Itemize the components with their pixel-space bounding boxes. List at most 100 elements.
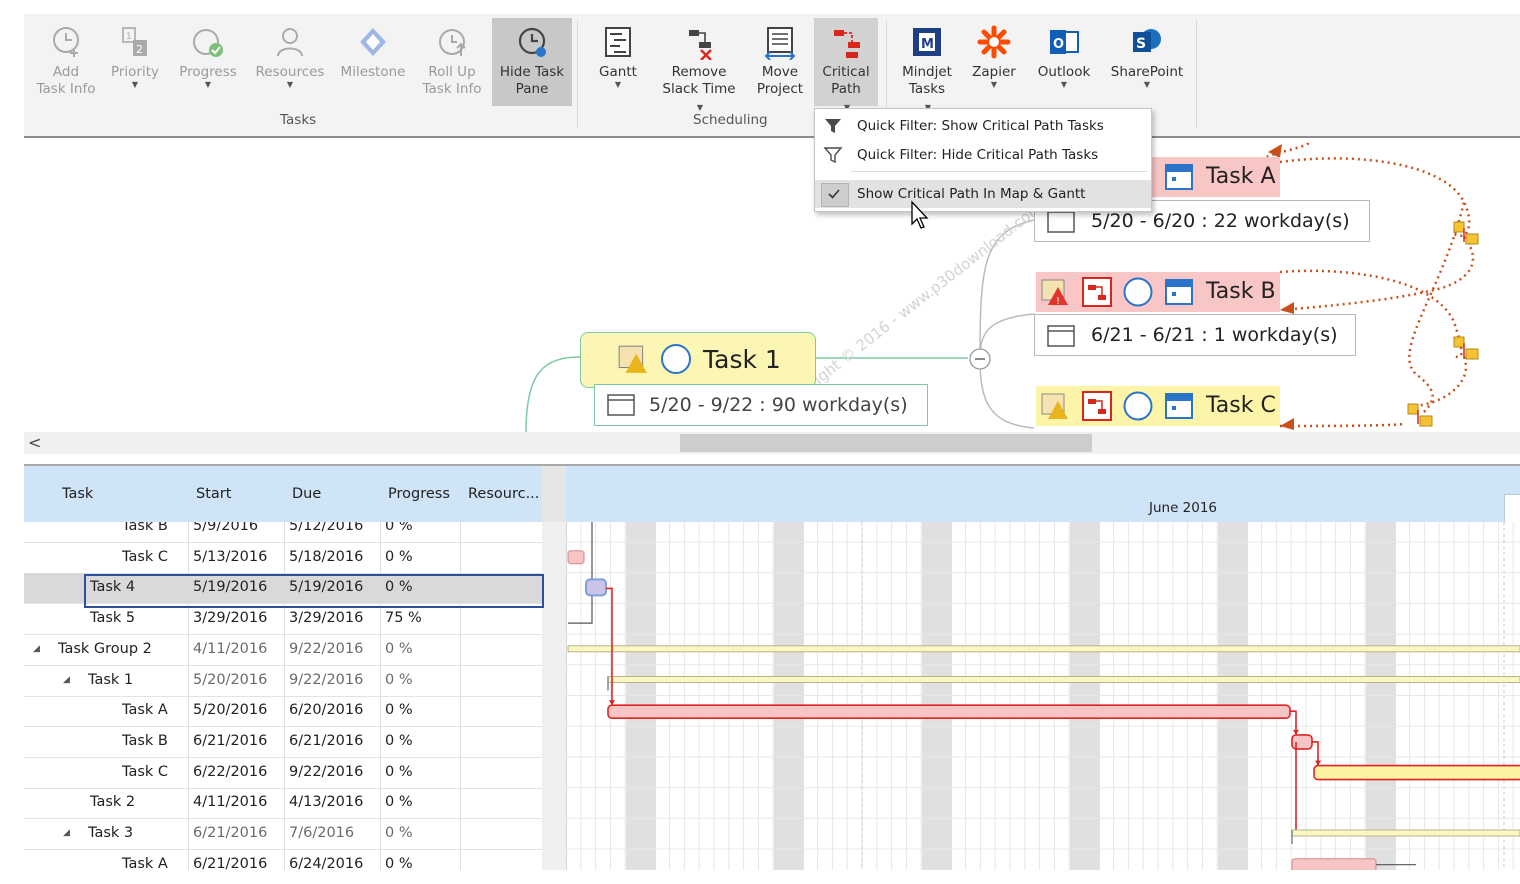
button-label: SharePoint bbox=[1110, 64, 1184, 80]
expand-collapse-icon[interactable]: ◢ bbox=[63, 675, 70, 685]
table-row[interactable]: Task A 6/21/2016 6/24/2016 0 % bbox=[24, 850, 542, 870]
map-node-task-1-dates[interactable]: 5/20 - 9/22 : 90 workday(s) bbox=[594, 384, 928, 426]
roll-up-task-info-button[interactable]: Roll Up Task Info bbox=[418, 18, 486, 106]
svg-text:O: O bbox=[1053, 37, 1064, 52]
column-header-start[interactable]: Start bbox=[188, 466, 285, 522]
map-node-task-b[interactable]: ! Task B bbox=[1036, 272, 1280, 312]
sharepoint-button[interactable]: S SharePoint ▼ bbox=[1104, 18, 1190, 106]
map-horizontal-scrollbar[interactable]: < bbox=[24, 432, 1520, 454]
gantt-bar-selected[interactable] bbox=[585, 578, 607, 597]
start-date: 5/20/2016 bbox=[193, 671, 268, 688]
button-label: Zapier bbox=[972, 64, 1016, 80]
gantt-bar-critical[interactable] bbox=[1291, 734, 1313, 750]
progress-button[interactable]: Progress ▼ bbox=[170, 18, 246, 106]
mindjet-tasks-button[interactable]: MMindjet Tasks▼ bbox=[894, 18, 960, 112]
zapier-icon bbox=[977, 25, 1011, 59]
due-date: 5/12/2016 bbox=[289, 522, 364, 534]
gantt-bar-summary[interactable] bbox=[567, 645, 1520, 653]
remove-slack-icon bbox=[689, 30, 712, 60]
pane-splitter[interactable] bbox=[542, 466, 567, 522]
remove-slack-time-button[interactable]: Remove Slack Time ▼ bbox=[654, 18, 744, 112]
outlook-button[interactable]: O Outlook ▼ bbox=[1026, 18, 1102, 106]
table-row[interactable]: Task A 5/20/2016 6/20/2016 0 % bbox=[24, 696, 542, 728]
expand-collapse-icon[interactable]: ◢ bbox=[63, 828, 70, 838]
resources-button[interactable]: Resources ▼ bbox=[250, 18, 330, 106]
task-name: Task 5 bbox=[90, 610, 136, 627]
start-date: 5/9/2016 bbox=[193, 522, 259, 534]
start-date: 6/21/2016 bbox=[193, 825, 268, 841]
menu-item-show-critical-path-filter[interactable]: Quick Filter: Show Critical Path Tasks bbox=[815, 112, 1151, 140]
clock-plus-icon bbox=[53, 27, 79, 57]
progress-value: 0 % bbox=[385, 825, 413, 841]
critical-path-icon bbox=[1082, 277, 1112, 307]
menu-item-show-critical-path-in-map-gantt[interactable]: Show Critical Path In Map & Gantt bbox=[815, 180, 1151, 208]
calendar-outline-icon bbox=[1047, 211, 1075, 233]
column-header-progress[interactable]: Progress bbox=[380, 466, 461, 522]
hide-task-pane-button[interactable]: Hide Task Pane bbox=[492, 18, 572, 106]
table-row[interactable]: Task C 5/13/2016 5/18/2016 0 % bbox=[24, 543, 542, 574]
critical-path-button[interactable]: Critical Path▼ bbox=[814, 18, 878, 112]
chevron-down-icon: ▼ bbox=[614, 80, 622, 89]
svg-text:1: 1 bbox=[126, 32, 132, 42]
table-row[interactable]: Task B 6/21/2016 6/21/2016 0 % bbox=[24, 727, 542, 758]
progress-value: 0 % bbox=[385, 794, 413, 811]
move-project-button[interactable]: Move Project bbox=[748, 18, 812, 106]
column-header-resources[interactable]: Resourc... bbox=[460, 466, 543, 522]
progress-value: 0 % bbox=[385, 640, 413, 657]
clock-pane-icon bbox=[518, 27, 546, 57]
scrollbar-thumb[interactable] bbox=[680, 434, 1092, 452]
ribbon-separator bbox=[1196, 20, 1197, 128]
gantt-bar[interactable] bbox=[1291, 858, 1377, 870]
map-node-task-c[interactable]: Task C bbox=[1036, 386, 1280, 426]
map-node-task-b-dates[interactable]: 6/21 - 6/21 : 1 workday(s) bbox=[1034, 314, 1356, 356]
zapier-button[interactable]: Zapier ▼ bbox=[966, 18, 1022, 106]
pane-splitter-body[interactable] bbox=[542, 522, 567, 870]
selected-row-outline bbox=[84, 574, 544, 608]
due-date: 9/22/2016 bbox=[289, 671, 364, 688]
progress-circle-icon bbox=[1123, 391, 1153, 421]
chevron-down-icon: ▼ bbox=[286, 80, 294, 89]
gantt-chart[interactable] bbox=[566, 522, 1520, 870]
map-node-task-1[interactable]: Task 1 bbox=[580, 332, 816, 388]
add-task-info-button[interactable]: Add Task Info bbox=[32, 18, 100, 106]
expand-collapse-icon[interactable]: ◢ bbox=[33, 644, 40, 654]
gantt-bar-critical[interactable] bbox=[1313, 764, 1520, 781]
menu-item-hide-critical-path-filter[interactable]: Quick Filter: Hide Critical Path Tasks bbox=[815, 141, 1151, 169]
table-row[interactable]: ◢ Task 3 6/21/2016 7/6/2016 0 % bbox=[24, 819, 542, 850]
priority-button[interactable]: 2 1 Priority ▼ bbox=[104, 18, 166, 106]
critical-path-icon bbox=[834, 30, 860, 58]
gantt-bar[interactable] bbox=[567, 550, 585, 565]
svg-text:!: ! bbox=[1056, 296, 1060, 307]
column-header-task[interactable]: Task bbox=[24, 466, 189, 522]
table-row[interactable]: ◢ Task Group 2 4/11/2016 9/22/2016 0 % bbox=[24, 635, 542, 666]
chevron-down-icon: ▼ bbox=[696, 103, 704, 112]
task-name: Task 2 bbox=[90, 794, 136, 811]
task-warning-icon: ! bbox=[1041, 279, 1068, 307]
svg-text:M: M bbox=[921, 37, 934, 52]
task-name: Task B bbox=[122, 522, 168, 534]
scroll-left-arrow-icon[interactable]: < bbox=[28, 433, 41, 452]
gantt-bar-summary[interactable] bbox=[607, 676, 1520, 683]
start-date: 6/21/2016 bbox=[193, 732, 268, 749]
progress-value: 0 % bbox=[385, 522, 413, 534]
milestone-button[interactable]: Milestone bbox=[334, 18, 412, 106]
task-name: Task A bbox=[122, 702, 168, 719]
column-header-due[interactable]: Due bbox=[284, 466, 381, 522]
table-row[interactable]: ◢ Task 1 5/20/2016 9/22/2016 0 % bbox=[24, 666, 542, 697]
table-row[interactable]: Task B 5/9/2016 5/12/2016 0 % bbox=[24, 522, 542, 543]
gantt-bar-critical[interactable] bbox=[607, 704, 1291, 719]
table-row[interactable]: Task 5 3/29/2016 3/29/2016 75 % bbox=[24, 604, 542, 636]
table-row[interactable]: Task C 6/22/2016 9/22/2016 0 % bbox=[24, 758, 542, 789]
progress-circle-icon bbox=[1123, 277, 1153, 307]
gantt-button[interactable]: Gantt ▼ bbox=[586, 18, 650, 106]
due-date: 7/6/2016 bbox=[289, 825, 355, 841]
table-row[interactable]: Task 2 4/11/2016 4/13/2016 0 % bbox=[24, 788, 542, 820]
task-name: Task 1 bbox=[88, 671, 134, 688]
progress-value: 0 % bbox=[385, 732, 413, 749]
critical-path-dropdown-menu: Quick Filter: Show Critical Path Tasks Q… bbox=[814, 108, 1152, 212]
move-project-icon bbox=[764, 27, 796, 60]
group-label-tasks: Tasks bbox=[280, 112, 317, 128]
gantt-icon bbox=[605, 27, 631, 57]
gantt-bar-summary[interactable] bbox=[1291, 829, 1520, 837]
mind-map-canvas[interactable]: Copyright © 2016 - www.p30download.com T… bbox=[24, 142, 1520, 432]
